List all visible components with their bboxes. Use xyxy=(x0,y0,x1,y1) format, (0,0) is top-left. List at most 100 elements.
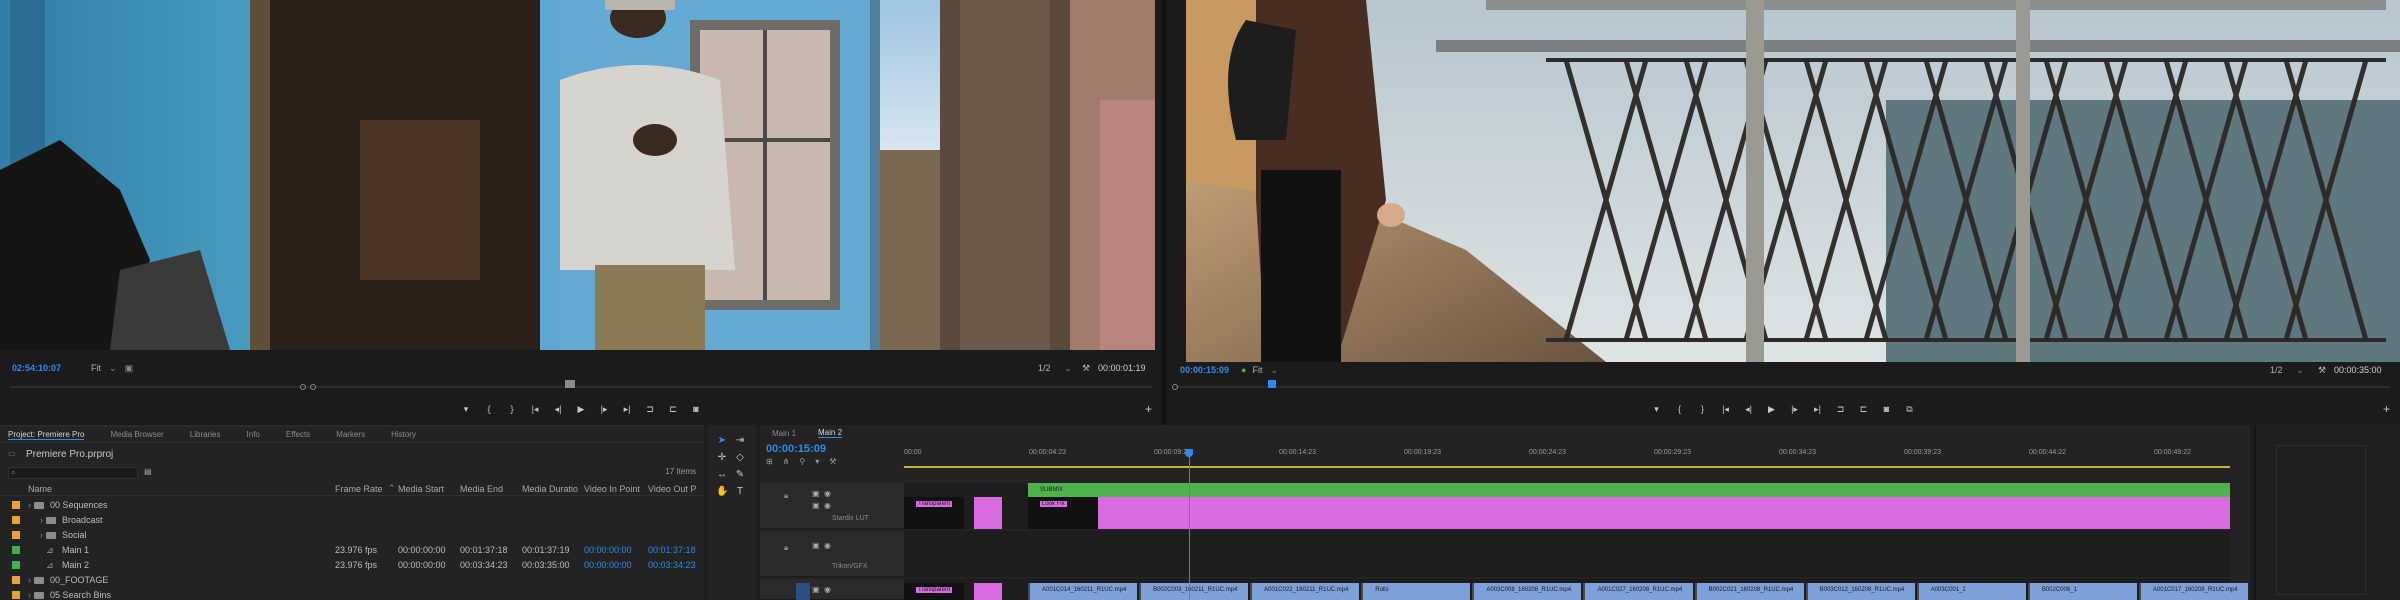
play-icon[interactable]: ▶ xyxy=(1766,404,1778,415)
linked-selection-icon[interactable]: ⚲ xyxy=(799,457,805,466)
column-media-duration[interactable]: Media Duratio xyxy=(522,484,578,494)
go-to-out-icon[interactable]: ▸| xyxy=(1812,404,1824,415)
add-marker-icon[interactable]: ▾ xyxy=(815,457,819,466)
add-button-icon[interactable]: + xyxy=(2383,402,2390,416)
tab-effects[interactable]: Effects xyxy=(286,430,310,439)
comparison-view-icon[interactable]: ⧉ xyxy=(1904,404,1916,415)
column-frame-rate[interactable]: Frame Rate xyxy=(335,484,383,494)
chevron-down-icon[interactable]: ⌄ xyxy=(109,363,117,374)
tab-history[interactable]: History xyxy=(391,430,416,439)
label-color-swatch[interactable] xyxy=(12,576,20,584)
source-patch-v1[interactable] xyxy=(796,583,810,600)
video-clip[interactable]: A001C022_160211_R1UC.mp4 xyxy=(1250,583,1360,600)
eye-icon[interactable]: ◉ xyxy=(824,501,831,510)
chevron-right-icon[interactable]: › xyxy=(40,530,43,540)
hand-tool-icon[interactable]: ✋ xyxy=(716,486,728,498)
clip-gap[interactable]: Transparent xyxy=(904,497,964,529)
project-search-input[interactable]: ⌕ xyxy=(8,467,138,479)
item-name[interactable]: 00_FOOTAGE xyxy=(50,575,108,585)
column-video-out-point[interactable]: Video Out P xyxy=(648,484,696,494)
tab-main-2[interactable]: Main 2 xyxy=(818,428,843,438)
zoom-handle[interactable] xyxy=(310,384,316,390)
wrench-icon[interactable]: ⚒ xyxy=(1082,363,1090,374)
label-color-swatch[interactable] xyxy=(12,531,20,539)
item-name[interactable]: Main 2 xyxy=(62,560,89,570)
step-back-icon[interactable]: ◂| xyxy=(1743,404,1755,415)
item-name[interactable]: Main 1 xyxy=(62,545,89,555)
track-lane-v2[interactable] xyxy=(904,531,2230,577)
wrench-icon[interactable]: ⚒ xyxy=(2318,365,2326,376)
marker-icon[interactable]: ▾ xyxy=(460,404,472,415)
project-item-row[interactable]: ⊿ Main 1 23.976 fps 00:00:00:00 00:01:37:18 0… xyxy=(0,543,704,558)
item-name[interactable]: Broadcast xyxy=(62,515,103,525)
go-to-in-icon[interactable]: |◂ xyxy=(1720,404,1732,415)
sync-lock-icon[interactable]: ▣ xyxy=(812,489,820,498)
column-video-in-point[interactable]: Video In Point xyxy=(584,484,640,494)
lock-icon[interactable]: 🔒︎ xyxy=(784,491,788,501)
new-search-bin-icon[interactable]: ▤ xyxy=(144,467,152,476)
program-fit-dropdown[interactable]: Fit xyxy=(1252,365,1262,375)
video-clip[interactable]: Rolls xyxy=(1361,583,1471,600)
source-monitor[interactable]: 02:54:10:07 Fit ⌄ ▣ 1/2 ⌄ ⚒ 00:00:01:19 … xyxy=(0,0,1162,425)
project-item-row[interactable]: › 00_FOOTAGE xyxy=(0,573,704,588)
export-frame-icon[interactable]: ◙ xyxy=(690,404,702,414)
video-clip[interactable]: B002C003_160211_R1UC.mp4 xyxy=(1139,583,1249,600)
chevron-right-icon[interactable]: › xyxy=(28,500,31,510)
razor-tool-icon[interactable]: ◇ xyxy=(734,452,746,464)
source-video-frame[interactable] xyxy=(0,0,1155,350)
track-lane-v3[interactable]: SUBMIX Transparent Look Fix xyxy=(904,483,2230,529)
video-clip[interactable]: A003C001_1 xyxy=(1916,583,2026,600)
project-item-row[interactable]: › 00 Sequences xyxy=(0,498,704,513)
program-monitor[interactable]: 00:00:15:09 ● Fit ⌄ 1/2 ⌄ ⚒ 00:00:35:00 … xyxy=(1166,0,2400,425)
timeline-settings-icon[interactable]: ⚒ xyxy=(829,457,836,466)
tab-markers[interactable]: Markers xyxy=(336,430,365,439)
item-name[interactable]: Social xyxy=(62,530,87,540)
clip-transparent[interactable] xyxy=(974,497,1002,529)
tab-main-1[interactable]: Main 1 xyxy=(772,429,796,438)
label-color-swatch[interactable] xyxy=(12,501,20,509)
eye-icon[interactable]: ◉ xyxy=(824,541,831,550)
video-clip[interactable]: A001C014_160211_R1UC.mp4 xyxy=(1028,583,1138,600)
sync-lock-icon[interactable]: ▣ xyxy=(812,585,820,594)
in-point-icon[interactable]: { xyxy=(483,404,495,414)
zoom-handle[interactable] xyxy=(1172,384,1178,390)
step-forward-icon[interactable]: |▸ xyxy=(598,404,610,415)
settings-icon[interactable]: ▣ xyxy=(125,363,134,374)
label-color-swatch[interactable] xyxy=(12,591,20,599)
video-clip[interactable]: B002C006_1 xyxy=(2027,583,2137,600)
track-header-v3[interactable]: 🔒︎ ▣ ◉ ▣ ◉ Stardix LUT xyxy=(760,483,904,529)
go-to-in-icon[interactable]: |◂ xyxy=(529,404,541,415)
timeline-timecode[interactable]: 00:00:15:09 xyxy=(766,443,826,455)
lift-icon[interactable]: ⊐ xyxy=(1835,404,1847,415)
video-clip[interactable]: B003C012_160208_R1UC.mp4 xyxy=(1805,583,1915,600)
source-resolution-dropdown[interactable]: 1/2 xyxy=(1038,363,1051,373)
out-point-icon[interactable]: } xyxy=(506,404,518,414)
item-name[interactable]: 05 Search Bins xyxy=(50,590,111,600)
column-media-start[interactable]: Media Start xyxy=(398,484,444,494)
selection-tool-icon[interactable]: ➤ xyxy=(716,435,728,447)
chevron-right-icon[interactable]: › xyxy=(40,515,43,525)
label-color-swatch[interactable] xyxy=(12,516,20,524)
sync-lock-icon[interactable]: ▣ xyxy=(812,541,820,550)
source-scrub-bar[interactable] xyxy=(10,380,1152,394)
project-item-row[interactable]: › Social xyxy=(0,528,704,543)
in-point-icon[interactable]: { xyxy=(1674,404,1686,414)
chevron-right-icon[interactable]: › xyxy=(28,590,31,600)
source-playhead[interactable] xyxy=(565,380,575,388)
track-lane-v1[interactable]: Transparent A001C014_160211_R1UC.mp4 B002… xyxy=(904,579,2248,600)
label-color-swatch[interactable] xyxy=(12,546,20,554)
program-timecode[interactable]: 00:00:15:09 xyxy=(1180,365,1229,375)
project-item-row[interactable]: › 05 Search Bins xyxy=(0,588,704,600)
type-tool-icon[interactable]: T xyxy=(734,486,746,498)
program-resolution-dropdown[interactable]: 1/2 xyxy=(2270,365,2283,375)
chevron-right-icon[interactable]: › xyxy=(28,575,31,585)
column-name[interactable]: Name xyxy=(28,484,52,494)
program-video-frame[interactable] xyxy=(1186,0,2400,362)
label-color-swatch[interactable] xyxy=(12,561,20,569)
marker-icon[interactable]: ▾ xyxy=(1651,404,1663,415)
video-clip[interactable]: B002C021_160208_R1UC.mp4 xyxy=(1694,583,1804,600)
eye-icon[interactable]: ◉ xyxy=(824,585,831,594)
track-header-v1[interactable]: ▣ ◉ xyxy=(760,579,904,600)
snap-icon[interactable]: ⋔ xyxy=(783,457,790,466)
ripple-edit-icon[interactable]: ✛ xyxy=(716,452,728,464)
